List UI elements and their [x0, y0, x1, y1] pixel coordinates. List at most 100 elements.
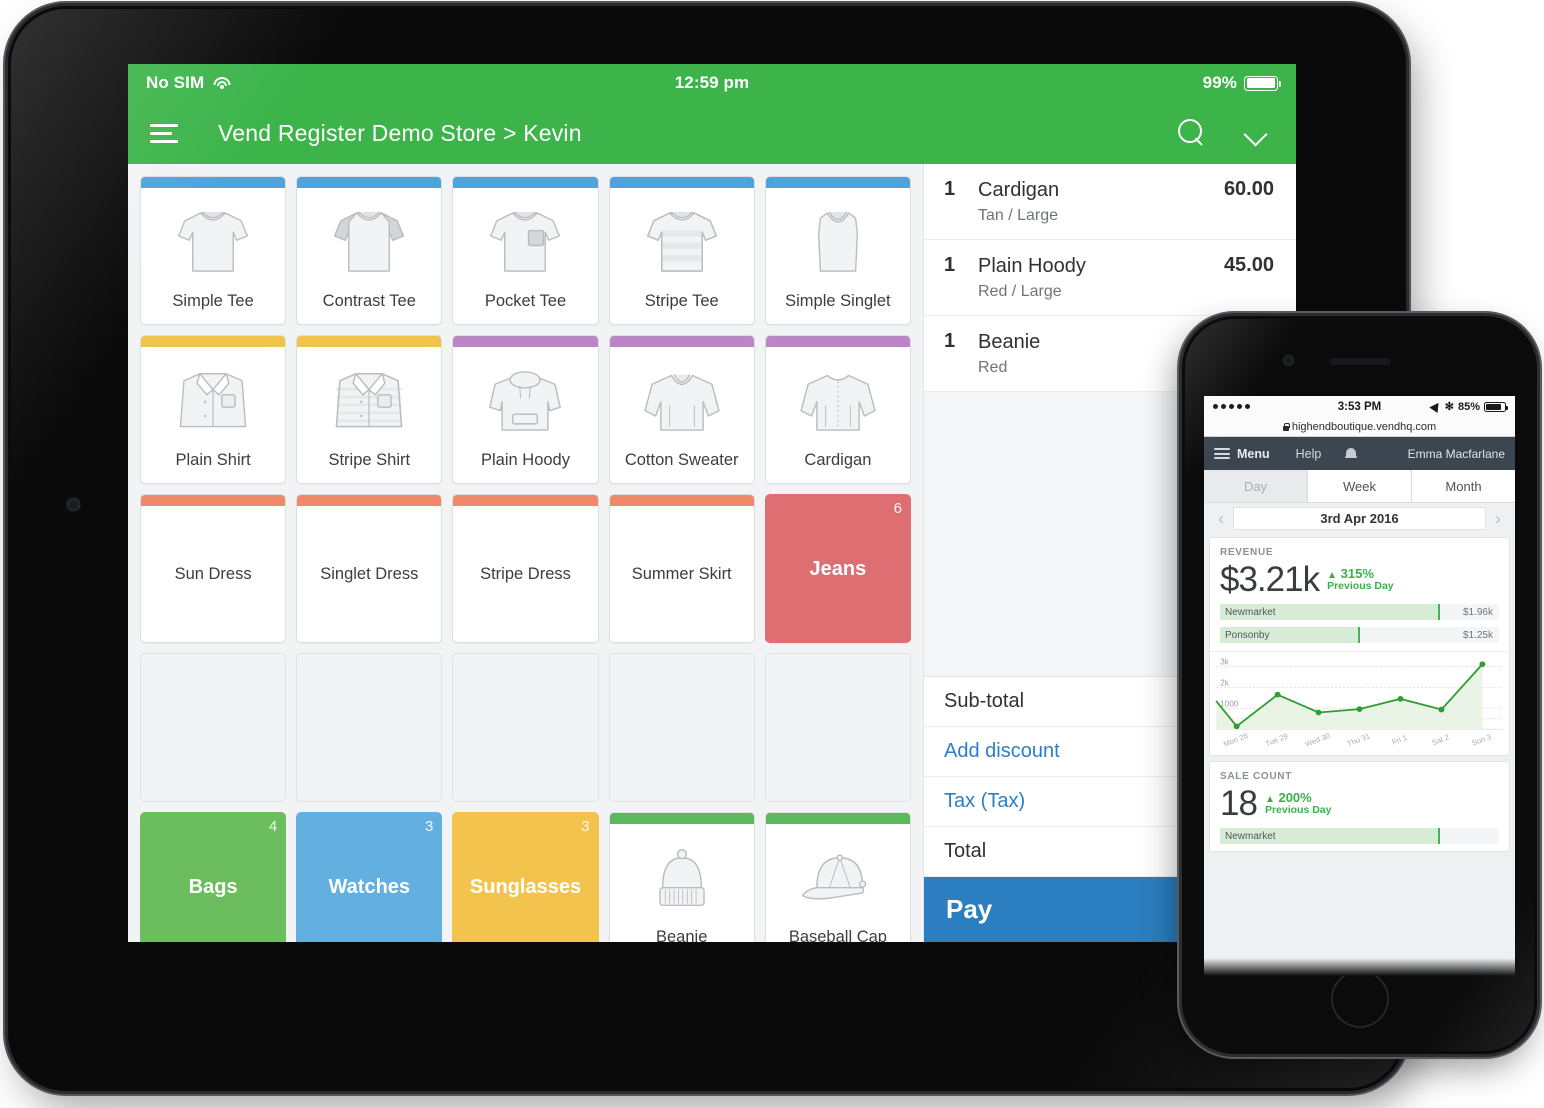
revenue-delta: ▲ 315% Previous Day	[1327, 562, 1394, 593]
tile-label: Sun Dress	[174, 564, 252, 583]
menu-label[interactable]: Menu	[1237, 447, 1270, 461]
search-icon[interactable]	[1178, 119, 1206, 147]
product-tile[interactable]: Stripe Shirt	[296, 335, 443, 484]
hamburger-menu-icon[interactable]	[150, 123, 178, 143]
revenue-delta-value: 315%	[1340, 566, 1374, 581]
iphone-speaker	[1328, 358, 1391, 365]
carrier-label: No SIM	[146, 73, 205, 92]
empty-tile	[296, 653, 443, 802]
line-variant: Tan / Large	[978, 207, 1059, 224]
cart-line-item[interactable]: 1 Plain Hoody Red / Large 45.00	[924, 240, 1296, 316]
ios-status-bar: No SIM 12:59 pm 99%	[128, 64, 1296, 102]
hoody-icon	[453, 347, 597, 451]
product-group-tile[interactable]: 4 Bags	[140, 812, 287, 942]
iphone-screen: 3:53 PM ✻ 85% highendboutique.vendhq.com…	[1204, 396, 1515, 976]
group-item-count: 6	[893, 500, 902, 517]
tile-label: Summer Skirt	[631, 564, 732, 583]
product-tile[interactable]: Baseball Cap	[764, 812, 911, 942]
svg-text:3k: 3k	[1220, 657, 1230, 666]
iphone-home-button[interactable]	[1330, 970, 1389, 1028]
tile-label: Plain Shirt	[175, 450, 251, 469]
iphone-status-bar: 3:53 PM ✻ 85%	[1204, 396, 1515, 417]
segment-month[interactable]: Month	[1412, 470, 1515, 502]
svg-text:Thu 31: Thu 31	[1346, 731, 1372, 748]
date-label[interactable]: 3rd Apr 2016	[1233, 507, 1486, 530]
product-tile[interactable]: Cotton Sweater	[608, 335, 755, 484]
iphone-camera	[1283, 355, 1294, 366]
product-tile[interactable]: Stripe Tee	[608, 176, 755, 325]
product-tile[interactable]: Singlet Dress	[296, 494, 443, 643]
svg-text:Mon 28: Mon 28	[1222, 731, 1249, 748]
cart-line-item[interactable]: 1 Cardigan Tan / Large 60.00	[924, 164, 1296, 240]
screen-bottom-fade	[1204, 958, 1515, 976]
tile-label: Jeans	[809, 557, 867, 580]
svg-text:Sun 3: Sun 3	[1470, 732, 1492, 747]
tee-icon	[141, 188, 285, 292]
tile-label: Pocket Tee	[484, 291, 567, 310]
revenue-card: REVENUE $3.21k ▲ 315% Previous Day Newma…	[1209, 537, 1510, 756]
product-group-tile[interactable]: 3 Sunglasses	[452, 812, 599, 942]
tile-color-stripe	[297, 336, 442, 347]
tile-label: Contrast Tee	[322, 291, 416, 310]
group-item-count: 3	[425, 818, 434, 835]
product-group-tile[interactable]: 6 Jeans	[764, 494, 911, 643]
tile-color-stripe	[453, 177, 598, 188]
lock-icon	[1282, 422, 1290, 431]
outlet-name: Newmarket	[1225, 606, 1276, 618]
revenue-delta-pct: ▲ 315%	[1327, 566, 1394, 581]
chevron-left-icon[interactable]: ‹	[1209, 507, 1233, 530]
singlet-icon	[766, 188, 910, 292]
sale-count-delta-pct: ▲ 200%	[1265, 790, 1332, 805]
product-tile[interactable]: Contrast Tee	[296, 176, 443, 325]
revenue-value: $3.21k	[1220, 560, 1320, 599]
sale-count-delta-value: 200%	[1278, 790, 1312, 805]
wifi-icon	[213, 76, 231, 90]
url-text: highendboutique.vendhq.com	[1291, 420, 1437, 433]
tile-label: Beanie	[656, 927, 708, 942]
tile-label: Watches	[328, 875, 411, 898]
outlet-value: $1.25k	[1462, 629, 1493, 641]
tile-label: Cotton Sweater	[624, 450, 739, 469]
svg-text:1000: 1000	[1220, 699, 1239, 708]
revenue-delta-label: Previous Day	[1327, 580, 1394, 593]
product-tile[interactable]: Simple Singlet	[764, 176, 911, 325]
hamburger-menu-icon[interactable]	[1214, 448, 1230, 459]
iphone-device: 3:53 PM ✻ 85% highendboutique.vendhq.com…	[1182, 316, 1537, 1054]
segment-week[interactable]: Week	[1308, 470, 1412, 502]
group-item-count: 3	[581, 818, 590, 835]
chevron-down-icon[interactable]	[1244, 124, 1274, 142]
line-quantity: 1	[944, 254, 956, 276]
chevron-right-icon[interactable]: ›	[1486, 507, 1510, 530]
product-tile[interactable]: Summer Skirt	[608, 494, 755, 643]
browser-url-bar[interactable]: highendboutique.vendhq.com	[1204, 417, 1515, 437]
line-variant: Red / Large	[978, 283, 1062, 300]
tile-label: Bags	[188, 875, 238, 898]
segment-day[interactable]: Day	[1204, 470, 1308, 502]
empty-tile	[608, 653, 755, 802]
tile-label: Sunglasses	[469, 875, 582, 898]
svg-text:Wed 30: Wed 30	[1304, 731, 1332, 749]
bell-icon[interactable]	[1345, 447, 1358, 460]
app-navbar: Vend Register Demo Store > Kevin	[128, 102, 1296, 164]
product-tile[interactable]: Beanie	[608, 812, 755, 942]
iphone-battery-icon	[1484, 401, 1508, 412]
product-tile[interactable]: Plain Hoody	[452, 335, 599, 484]
sale-count-card: SALE COUNT 18 ▲ 200% Previous Day Newmar…	[1209, 761, 1510, 852]
period-segmented-control: Day Week Month	[1204, 470, 1515, 503]
tile-label: Simple Tee	[172, 291, 254, 310]
tile-color-stripe	[765, 177, 910, 188]
product-tile[interactable]: Stripe Dress	[452, 494, 599, 643]
tile-color-stripe	[609, 813, 754, 824]
help-link[interactable]: Help	[1296, 447, 1322, 461]
user-name-label[interactable]: Emma Macfarlane	[1408, 447, 1505, 461]
product-group-tile[interactable]: 3 Watches	[296, 812, 443, 942]
tile-color-stripe	[765, 336, 910, 347]
product-tile[interactable]: Pocket Tee	[452, 176, 599, 325]
revenue-line-chart: 3k 2k 1000 Mon 28 Tue 29 Wed 30 Thu 31 Fri 1 Sat…	[1210, 651, 1509, 755]
product-tile[interactable]: Simple Tee	[140, 176, 287, 325]
sale-count-value: 18	[1220, 784, 1258, 823]
product-tile[interactable]: Cardigan	[764, 335, 911, 484]
product-tile[interactable]: Plain Shirt	[140, 335, 287, 484]
product-grid: Simple Tee Contrast Tee Pocket Tee Stripe T…	[140, 176, 911, 942]
product-tile[interactable]: Sun Dress	[140, 494, 287, 643]
